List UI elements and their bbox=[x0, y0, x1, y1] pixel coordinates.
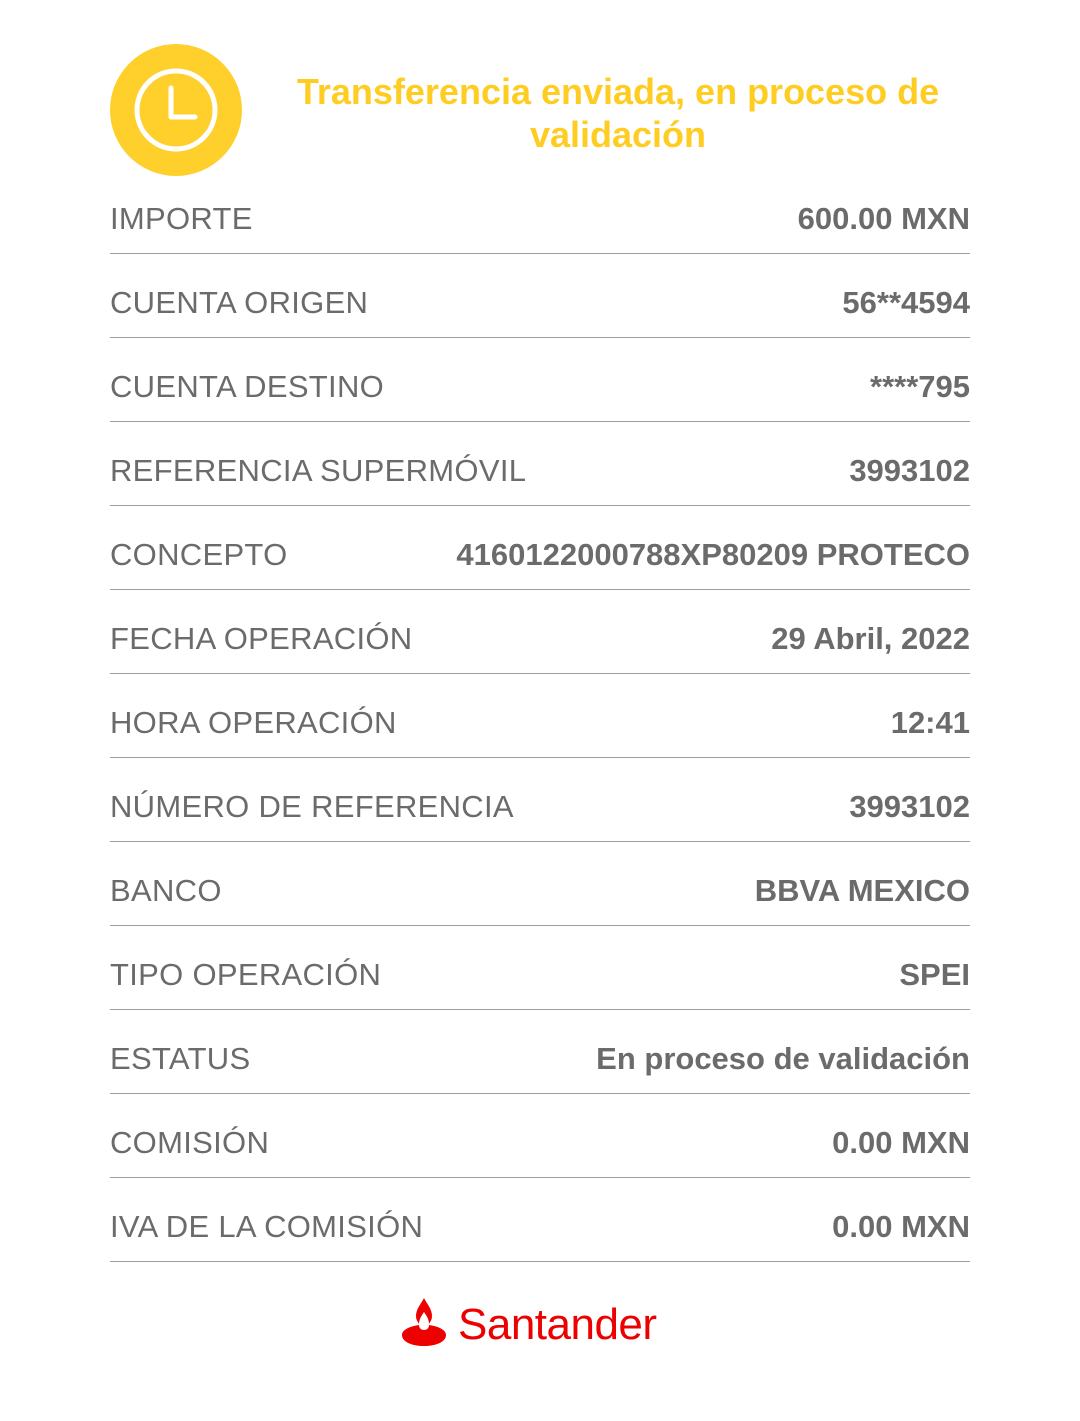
detail-row-numero-referencia: NÚMERO DE REFERENCIA 3993102 bbox=[110, 758, 970, 842]
detail-row-comision: COMISIÓN 0.00 MXN bbox=[110, 1094, 970, 1178]
detail-value: 12:41 bbox=[890, 705, 970, 740]
page-title: Transferencia enviada, en proceso de val… bbox=[296, 71, 940, 155]
detail-label: CUENTA DESTINO bbox=[110, 369, 385, 404]
detail-label: FECHA OPERACIÓN bbox=[110, 621, 413, 656]
detail-label: IVA DE LA COMISIÓN bbox=[110, 1209, 424, 1244]
brand-name: Santander bbox=[458, 1300, 657, 1349]
detail-row-hora-operacion: HORA OPERACIÓN 12:41 bbox=[110, 674, 970, 758]
detail-label: NÚMERO DE REFERENCIA bbox=[110, 789, 514, 824]
detail-value: 29 Abril, 2022 bbox=[771, 621, 970, 656]
transfer-details: IMPORTE 600.00 MXN CUENTA ORIGEN 56**459… bbox=[110, 170, 970, 1262]
detail-row-iva-comision: IVA DE LA COMISIÓN 0.00 MXN bbox=[110, 1178, 970, 1262]
detail-value: 3993102 bbox=[849, 789, 970, 824]
detail-row-tipo-operacion: TIPO OPERACIÓN SPEI bbox=[110, 926, 970, 1010]
detail-value: 56**4594 bbox=[842, 285, 970, 320]
santander-flame-icon bbox=[402, 1298, 446, 1346]
detail-value: BBVA MEXICO bbox=[754, 873, 970, 908]
detail-row-banco: BANCO BBVA MEXICO bbox=[110, 842, 970, 926]
detail-value: SPEI bbox=[899, 957, 970, 992]
detail-row-fecha-operacion: FECHA OPERACIÓN 29 Abril, 2022 bbox=[110, 590, 970, 674]
detail-value: 3993102 bbox=[849, 453, 970, 488]
detail-value: 4160122000788XP80209 PROTECO bbox=[456, 537, 970, 572]
detail-row-cuenta-destino: CUENTA DESTINO ****795 bbox=[110, 338, 970, 422]
detail-row-referencia-supermovil: REFERENCIA SUPERMÓVIL 3993102 bbox=[110, 422, 970, 506]
detail-label: COMISIÓN bbox=[110, 1125, 270, 1160]
detail-value: ****795 bbox=[870, 369, 970, 404]
detail-label: IMPORTE bbox=[110, 201, 253, 236]
status-header: Transferencia enviada, en proceso de val… bbox=[110, 44, 970, 178]
detail-label: CONCEPTO bbox=[110, 537, 288, 572]
detail-label: HORA OPERACIÓN bbox=[110, 705, 397, 740]
clock-icon bbox=[110, 44, 242, 176]
detail-label: TIPO OPERACIÓN bbox=[110, 957, 382, 992]
detail-label: REFERENCIA SUPERMÓVIL bbox=[110, 453, 527, 488]
detail-row-cuenta-origen: CUENTA ORIGEN 56**4594 bbox=[110, 254, 970, 338]
detail-row-importe: IMPORTE 600.00 MXN bbox=[110, 170, 970, 254]
detail-label: CUENTA ORIGEN bbox=[110, 285, 369, 320]
detail-label: BANCO bbox=[110, 873, 222, 908]
detail-value: 0.00 MXN bbox=[832, 1209, 970, 1244]
detail-row-concepto: CONCEPTO 4160122000788XP80209 PROTECO bbox=[110, 506, 970, 590]
detail-row-estatus: ESTATUS En proceso de validación bbox=[110, 1010, 970, 1094]
detail-label: ESTATUS bbox=[110, 1041, 251, 1076]
detail-value: 0.00 MXN bbox=[832, 1125, 970, 1160]
detail-value: 600.00 MXN bbox=[797, 201, 970, 236]
santander-logo: Santander bbox=[396, 1292, 696, 1354]
detail-value: En proceso de validación bbox=[596, 1041, 970, 1076]
